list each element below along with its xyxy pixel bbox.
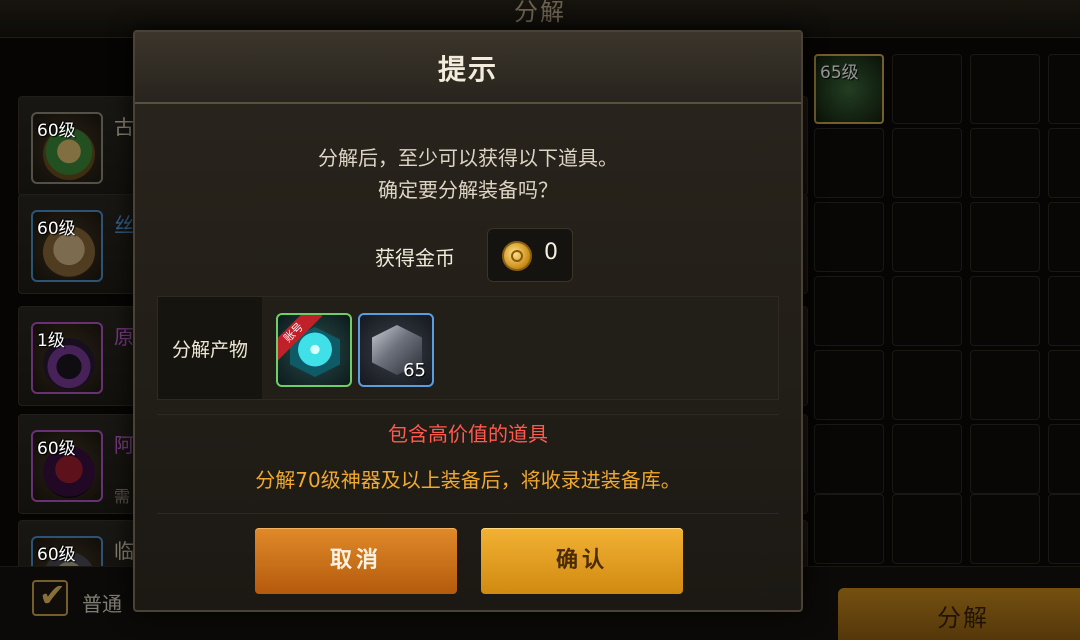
products-label: 分解产物: [171, 339, 248, 361]
item-level: 60级: [37, 439, 76, 459]
item-count: 65: [403, 360, 426, 381]
dialog-message-line2: 确定要分解装备吗？: [378, 178, 558, 202]
collection-info: 分解70级神器及以上装备后，将收录进装备库。: [255, 468, 681, 492]
coin-icon: [502, 241, 532, 271]
gold-value: 0: [544, 240, 558, 265]
item-level: 60级: [37, 545, 76, 565]
dialog-message-line1: 分解后，至少可以获得以下道具。: [318, 146, 618, 170]
product-item[interactable]: 65: [358, 313, 434, 387]
confirm-button[interactable]: 确认: [481, 528, 683, 594]
high-value-warning: 包含高价值的道具: [388, 422, 548, 446]
item-level: 60级: [37, 219, 76, 239]
products-panel: 分解产物 账号 65: [157, 296, 779, 400]
dialog-header: 提示: [135, 32, 801, 104]
dialog-title: 提示: [437, 53, 498, 86]
item-level: 1级: [37, 331, 65, 351]
product-item[interactable]: 账号: [276, 313, 352, 387]
gold-label: 获得金币: [375, 246, 455, 270]
item-level: 60级: [37, 121, 76, 141]
confirm-dialog: 提示 分解后，至少可以获得以下道具。 确定要分解装备吗？ 获得金币 0 分解产物…: [133, 30, 803, 612]
gold-box: 0: [487, 228, 573, 282]
cancel-button[interactable]: 取消: [255, 528, 457, 594]
products-label-box: 分解产物: [158, 297, 262, 399]
